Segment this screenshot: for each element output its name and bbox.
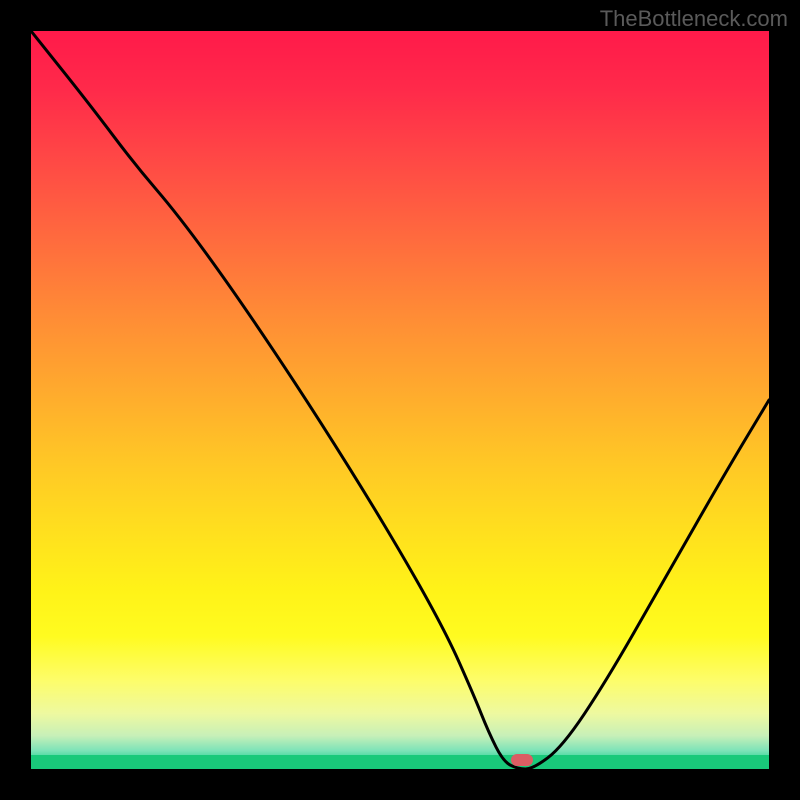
chart-plot-area <box>31 31 769 769</box>
optimal-point-marker <box>511 754 533 766</box>
bottleneck-curve <box>31 31 769 769</box>
watermark-text: TheBottleneck.com <box>600 6 788 32</box>
